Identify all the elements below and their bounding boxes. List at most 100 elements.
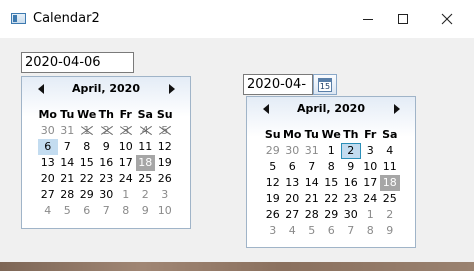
calendar-day[interactable]: 23 xyxy=(97,171,117,187)
calendar-day[interactable]: 13 xyxy=(38,155,58,171)
title-bar[interactable]: Calendar2 xyxy=(0,0,474,38)
adjacent-month-day[interactable]: 4 xyxy=(38,203,58,219)
calendar-day[interactable]: 27 xyxy=(283,207,303,223)
adjacent-month-day[interactable]: 4 xyxy=(283,223,303,239)
calendar-2-month-label[interactable]: April, 2020 xyxy=(247,102,415,115)
date-input-2[interactable]: 2020-04-02 xyxy=(243,74,313,111)
weekday-header: Sa xyxy=(382,128,398,141)
calendar-day[interactable]: 30 xyxy=(97,187,117,203)
adjacent-month-day[interactable]: 5 xyxy=(58,203,78,219)
calendar-day[interactable]: 22 xyxy=(77,171,97,187)
calendar-day[interactable]: 23 xyxy=(341,191,361,207)
calendar-day[interactable]: 10 xyxy=(361,159,381,175)
weekday-header: Fr xyxy=(119,108,132,121)
calendar-day[interactable]: 19 xyxy=(263,191,283,207)
calendar-1-month-label[interactable]: April, 2020 xyxy=(22,82,190,95)
next-month-icon[interactable] xyxy=(394,104,400,114)
calendar-day[interactable]: 14 xyxy=(302,175,322,191)
calendar-dropdown-button[interactable]: 15 xyxy=(313,74,337,95)
today-day[interactable]: 18 xyxy=(380,175,400,191)
calendar-day[interactable]: 5 xyxy=(263,159,283,175)
close-button[interactable] xyxy=(424,0,470,38)
next-month-icon[interactable] xyxy=(169,84,175,94)
adjacent-month-day[interactable]: 29 xyxy=(263,143,283,159)
calendar-day[interactable]: 26 xyxy=(263,207,283,223)
adjacent-month-day[interactable]: 1 xyxy=(116,187,136,203)
calendar-day[interactable]: 25 xyxy=(380,191,400,207)
adjacent-month-day[interactable]: 7 xyxy=(97,203,117,219)
adjacent-month-day[interactable]: 5 xyxy=(302,223,322,239)
calendar-1-header: April, 2020 xyxy=(22,77,190,101)
calendar-day[interactable]: 29 xyxy=(77,187,97,203)
calendar-day[interactable]: 21 xyxy=(302,191,322,207)
adjacent-month-day[interactable]: 7 xyxy=(341,223,361,239)
calendar-day[interactable]: 8 xyxy=(77,139,97,155)
calendar-day[interactable]: 20 xyxy=(283,191,303,207)
close-icon xyxy=(441,13,453,25)
calendar-day[interactable]: 28 xyxy=(302,207,322,223)
calendar-day[interactable]: 29 xyxy=(322,207,342,223)
calendar-day[interactable]: 28 xyxy=(58,187,78,203)
calendar-day[interactable]: 21 xyxy=(58,171,78,187)
adjacent-month-day[interactable]: 2 xyxy=(380,207,400,223)
calendar-day[interactable]: 12 xyxy=(155,139,175,155)
calendar-day[interactable]: 9 xyxy=(97,139,117,155)
selected-day[interactable]: 6 xyxy=(38,139,58,155)
calendar-day[interactable]: 1 xyxy=(322,143,342,159)
calendar-day[interactable]: 7 xyxy=(58,139,78,155)
adjacent-month-day[interactable]: 30 xyxy=(38,123,58,139)
calendar-day[interactable]: 26 xyxy=(155,171,175,187)
calendar-day[interactable]: 13 xyxy=(283,175,303,191)
minimize-icon xyxy=(363,19,373,20)
calendar-day[interactable]: 16 xyxy=(97,155,117,171)
adjacent-month-day[interactable]: 3 xyxy=(263,223,283,239)
calendar-day[interactable]: 14 xyxy=(58,155,78,171)
adjacent-month-day[interactable]: 8 xyxy=(361,223,381,239)
adjacent-month-day[interactable]: 9 xyxy=(380,223,400,239)
adjacent-month-day[interactable]: 1 xyxy=(361,207,381,223)
adjacent-month-day[interactable]: 31 xyxy=(58,123,78,139)
calendar-day[interactable]: 19 xyxy=(155,155,175,171)
calendar-day[interactable]: 4 xyxy=(380,143,400,159)
calendar-day[interactable]: 9 xyxy=(341,159,361,175)
weekday-header: Th xyxy=(343,128,359,141)
adjacent-month-day[interactable]: 6 xyxy=(77,203,97,219)
calendar-day[interactable]: 27 xyxy=(38,187,58,203)
calendar-day[interactable]: 15 xyxy=(322,175,342,191)
calendar-2-header: April, 2020 xyxy=(247,97,415,121)
adjacent-month-day[interactable]: 2 xyxy=(136,187,156,203)
calendar-day[interactable]: 10 xyxy=(116,139,136,155)
adjacent-month-day[interactable]: 6 xyxy=(322,223,342,239)
adjacent-month-day[interactable]: 3 xyxy=(155,187,175,203)
calendar-day[interactable]: 22 xyxy=(322,191,342,207)
calendar-day[interactable]: 12 xyxy=(263,175,283,191)
desktop-background xyxy=(0,262,474,271)
adjacent-month-day[interactable]: 30 xyxy=(283,143,303,159)
calendar-day[interactable]: 20 xyxy=(38,171,58,187)
adjacent-month-day[interactable]: 9 xyxy=(136,203,156,219)
calendar-day[interactable]: 24 xyxy=(116,171,136,187)
date-input-1[interactable]: 2020-04-06 xyxy=(21,52,134,73)
calendar-day[interactable]: 6 xyxy=(283,159,303,175)
calendar-day[interactable]: 3 xyxy=(361,143,381,159)
window-title: Calendar2 xyxy=(33,11,100,26)
calendar-day[interactable]: 25 xyxy=(136,171,156,187)
calendar-day[interactable]: 24 xyxy=(361,191,381,207)
calendar-day[interactable]: 11 xyxy=(380,159,400,175)
calendar-day[interactable]: 17 xyxy=(361,175,381,191)
calendar-day[interactable]: 8 xyxy=(322,159,342,175)
calendar-day[interactable]: 30 xyxy=(341,207,361,223)
adjacent-month-day[interactable]: 8 xyxy=(116,203,136,219)
today-day[interactable]: 18 xyxy=(135,155,155,171)
calendar-day[interactable]: 17 xyxy=(116,155,136,171)
calendar-day[interactable]: 16 xyxy=(341,175,361,191)
maximize-button[interactable] xyxy=(380,0,426,38)
focused-day[interactable]: 2 xyxy=(341,143,361,159)
calendar-day[interactable]: 15 xyxy=(77,155,97,171)
calendar-day[interactable]: 11 xyxy=(136,139,156,155)
calendar-day[interactable]: 7 xyxy=(302,159,322,175)
weekday-header: Tu xyxy=(304,128,319,141)
blackout-day: 5 xyxy=(155,123,175,139)
adjacent-month-day[interactable]: 10 xyxy=(155,203,175,219)
adjacent-month-day[interactable]: 31 xyxy=(302,143,322,159)
